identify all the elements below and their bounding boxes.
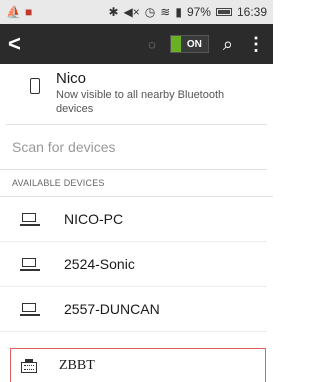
clock: 16:39 <box>236 5 267 19</box>
device-name: 2524-Sonic <box>64 256 135 272</box>
device-name: NICO-PC <box>64 211 124 227</box>
app-bar-actions: ◌ ON ⌕ ⋮ <box>148 34 265 55</box>
device-row-highlighted[interactable]: ZBBT <box>10 348 266 382</box>
device-row[interactable]: NICO-PC <box>0 197 267 242</box>
visibility-status: Now visible to all nearby Bluetooth devi… <box>56 89 225 115</box>
bluetooth-toggle[interactable]: ON <box>169 35 209 53</box>
available-devices-header: AVAILABLE DEVICES <box>0 170 273 197</box>
toggle-indicator <box>170 36 181 52</box>
app-icon: ■ <box>24 5 33 19</box>
battery-percent: 97% <box>186 5 211 19</box>
self-device-name: Nico <box>56 70 87 87</box>
mute-icon: ◀× <box>123 5 140 19</box>
laptop-icon <box>20 212 40 226</box>
toggle-label: ON <box>186 38 202 50</box>
system-icons: ✱ ◀× ◷ ≋ ▮ 97% 16:39 <box>108 5 267 19</box>
more-options-icon[interactable]: ⋮ <box>247 34 265 55</box>
bluetooth-icon: ✱ <box>108 5 119 19</box>
device-row[interactable]: 2524-Sonic <box>0 242 267 287</box>
scan-for-devices-button[interactable]: Scan for devices <box>0 125 267 170</box>
battery-icon <box>215 8 232 16</box>
alarm-icon: ◷ <box>144 5 156 19</box>
phone-icon <box>30 78 40 94</box>
device-name: ZBBT <box>59 357 95 373</box>
app-bar: < ◌ ON ⌕ ⋮ <box>0 24 273 64</box>
status-bar: ⛵ ■ ✱ ◀× ◷ ≋ ▮ 97% 16:39 <box>0 0 273 24</box>
device-row[interactable]: 2557-DUNCAN <box>0 287 267 332</box>
self-device-text: Nico Now visible to all nearby Bluetooth… <box>56 70 255 116</box>
wifi-icon: ≋ <box>160 5 171 19</box>
laptop-icon <box>20 302 40 316</box>
refresh-spinner-icon: ◌ <box>148 36 156 52</box>
laptop-icon <box>20 257 40 271</box>
sailboat-icon: ⛵ <box>6 5 21 19</box>
notification-icons: ⛵ ■ <box>6 6 32 18</box>
self-device[interactable]: Nico Now visible to all nearby Bluetooth… <box>6 64 267 125</box>
signal-icon: ▮ <box>175 5 182 19</box>
back-arrow-icon[interactable]: < <box>8 31 28 57</box>
search-icon[interactable]: ⌕ <box>223 34 233 55</box>
printer-icon <box>21 358 37 373</box>
device-name: 2557-DUNCAN <box>64 301 160 317</box>
